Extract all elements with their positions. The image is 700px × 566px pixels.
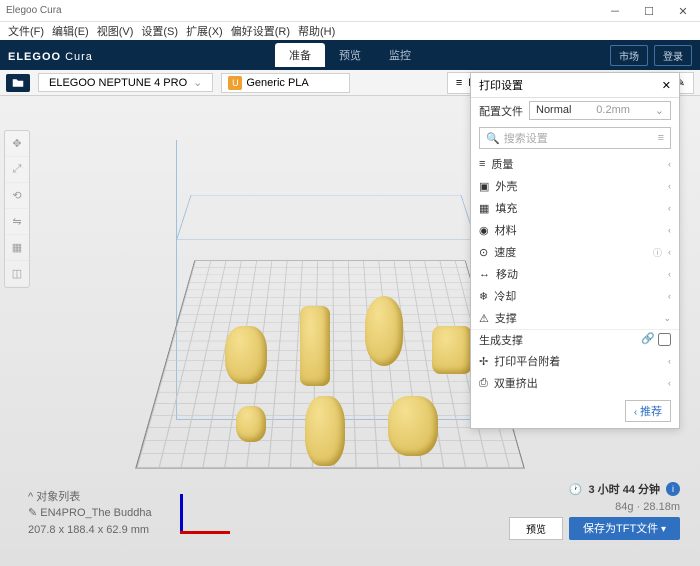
window-title: Elegoo Cura xyxy=(6,5,62,16)
section-dual[interactable]: ⎙双重挤出‹ xyxy=(471,372,679,394)
marketplace-button[interactable]: 市场 xyxy=(610,45,648,66)
menu-view[interactable]: 视图(V) xyxy=(95,23,136,39)
close-panel-icon[interactable]: ✕ xyxy=(662,79,671,92)
model-figure-1[interactable] xyxy=(236,406,266,442)
section-speed[interactable]: ⊙速度ⓘ‹ xyxy=(471,241,679,263)
open-file-button[interactable] xyxy=(6,74,30,92)
cooling-icon: ❄ xyxy=(479,290,488,303)
section-walls[interactable]: ▣外壳‹ xyxy=(471,175,679,197)
section-infill[interactable]: ▦填充‹ xyxy=(471,197,679,219)
section-travel[interactable]: ↔移动‹ xyxy=(471,263,679,285)
print-settings-panel: 打印设置 ✕ 配置文件 Normal0.2mm⌄ 🔍搜索设置≡ ≡质量‹ ▣外壳‹… xyxy=(470,72,680,429)
menu-preferences[interactable]: 偏好设置(R) xyxy=(229,23,292,39)
menu-settings[interactable]: 设置(S) xyxy=(139,23,180,39)
object-list[interactable]: ^ 对象列表 ✎ EN4PRO_The Buddha 207.8 x 188.4… xyxy=(28,489,152,539)
menu-help[interactable]: 帮助(H) xyxy=(296,23,337,39)
minimize-button[interactable]: － xyxy=(598,0,632,22)
material-icon: ◉ xyxy=(479,224,489,237)
model-benchy[interactable] xyxy=(432,326,472,374)
section-material[interactable]: ◉材料‹ xyxy=(471,219,679,241)
support-blocker-button[interactable]: ◫ xyxy=(5,261,29,287)
tab-prepare[interactable]: 准备 xyxy=(275,43,325,67)
walls-icon: ▣ xyxy=(479,180,489,193)
menu-bar: 文件(F) 编辑(E) 视图(V) 设置(S) 扩展(X) 偏好设置(R) 帮助… xyxy=(0,22,700,40)
z-axis-indicator xyxy=(180,494,183,534)
move-tool-button[interactable]: ✥ xyxy=(5,131,29,157)
scale-tool-button[interactable]: ⤢ xyxy=(5,157,29,183)
tool-sidebar: ✥ ⤢ ⟲ ⇋ ▦ ◫ xyxy=(4,130,30,288)
model-minion[interactable] xyxy=(305,396,345,466)
quality-icon: ≡ xyxy=(479,158,485,170)
save-button[interactable]: 保存为TFT文件 ▾ xyxy=(569,517,680,540)
model-buddha[interactable] xyxy=(225,326,267,384)
profile-dropdown[interactable]: Normal0.2mm⌄ xyxy=(529,101,671,120)
close-button[interactable]: ✕ xyxy=(666,0,700,22)
tab-preview[interactable]: 预览 xyxy=(325,43,375,67)
clock-icon: 🕐 xyxy=(569,483,583,496)
mesh-tool-button[interactable]: ▦ xyxy=(5,235,29,261)
model-figure-2[interactable] xyxy=(388,396,438,456)
maximize-button[interactable]: ☐ xyxy=(632,0,666,22)
adhesion-icon: ✢ xyxy=(479,355,488,368)
infill-icon: ▦ xyxy=(479,202,489,215)
travel-icon: ↔ xyxy=(479,268,490,280)
printer-selector[interactable]: ELEGOO NEPTUNE 4 PRO⌄ xyxy=(38,73,213,92)
support-icon: ⚠ xyxy=(479,312,489,325)
profile-label: 配置文件 xyxy=(479,103,523,119)
brand-logo: ELEGOOCura xyxy=(8,47,93,63)
info-icon[interactable]: i xyxy=(666,482,680,496)
menu-file[interactable]: 文件(F) xyxy=(6,23,46,39)
support-checkbox[interactable] xyxy=(658,333,671,346)
model-screw[interactable] xyxy=(300,306,330,386)
section-adhesion[interactable]: ✢打印平台附着‹ xyxy=(471,350,679,372)
extruder-badge-icon: U xyxy=(228,76,242,90)
panel-title: 打印设置 xyxy=(479,77,523,93)
section-quality[interactable]: ≡质量‹ xyxy=(471,153,679,175)
section-cooling[interactable]: ❄冷却‹ xyxy=(471,285,679,307)
layers-icon: ≡ xyxy=(456,77,462,89)
preview-button[interactable]: 预览 xyxy=(509,517,563,540)
hamburger-icon[interactable]: ≡ xyxy=(658,132,664,144)
speed-icon: ⊙ xyxy=(479,246,488,259)
mirror-tool-button[interactable]: ⇋ xyxy=(5,209,29,235)
settings-search-input[interactable]: 🔍搜索设置≡ xyxy=(479,127,671,149)
menu-extensions[interactable]: 扩展(X) xyxy=(184,23,225,39)
model-pear[interactable] xyxy=(365,296,403,366)
section-support[interactable]: ⚠支撑⌄ xyxy=(471,307,679,329)
search-icon: 🔍 xyxy=(486,132,500,145)
menu-edit[interactable]: 编辑(E) xyxy=(50,23,91,39)
tab-monitor[interactable]: 监控 xyxy=(375,43,425,67)
x-axis-indicator xyxy=(180,531,230,534)
time-estimate: 3 小时 44 分钟 xyxy=(588,481,660,497)
rotate-tool-button[interactable]: ⟲ xyxy=(5,183,29,209)
material-selector[interactable]: UGeneric PLA xyxy=(221,73,349,93)
signin-button[interactable]: 登录 xyxy=(654,45,692,66)
material-estimate: 84g · 28.18m xyxy=(615,501,680,513)
recommended-button[interactable]: ‹ 推荐 xyxy=(625,400,671,422)
support-generate-row[interactable]: 生成支撑🔗 xyxy=(471,329,679,350)
dual-icon: ⎙ xyxy=(479,377,488,390)
